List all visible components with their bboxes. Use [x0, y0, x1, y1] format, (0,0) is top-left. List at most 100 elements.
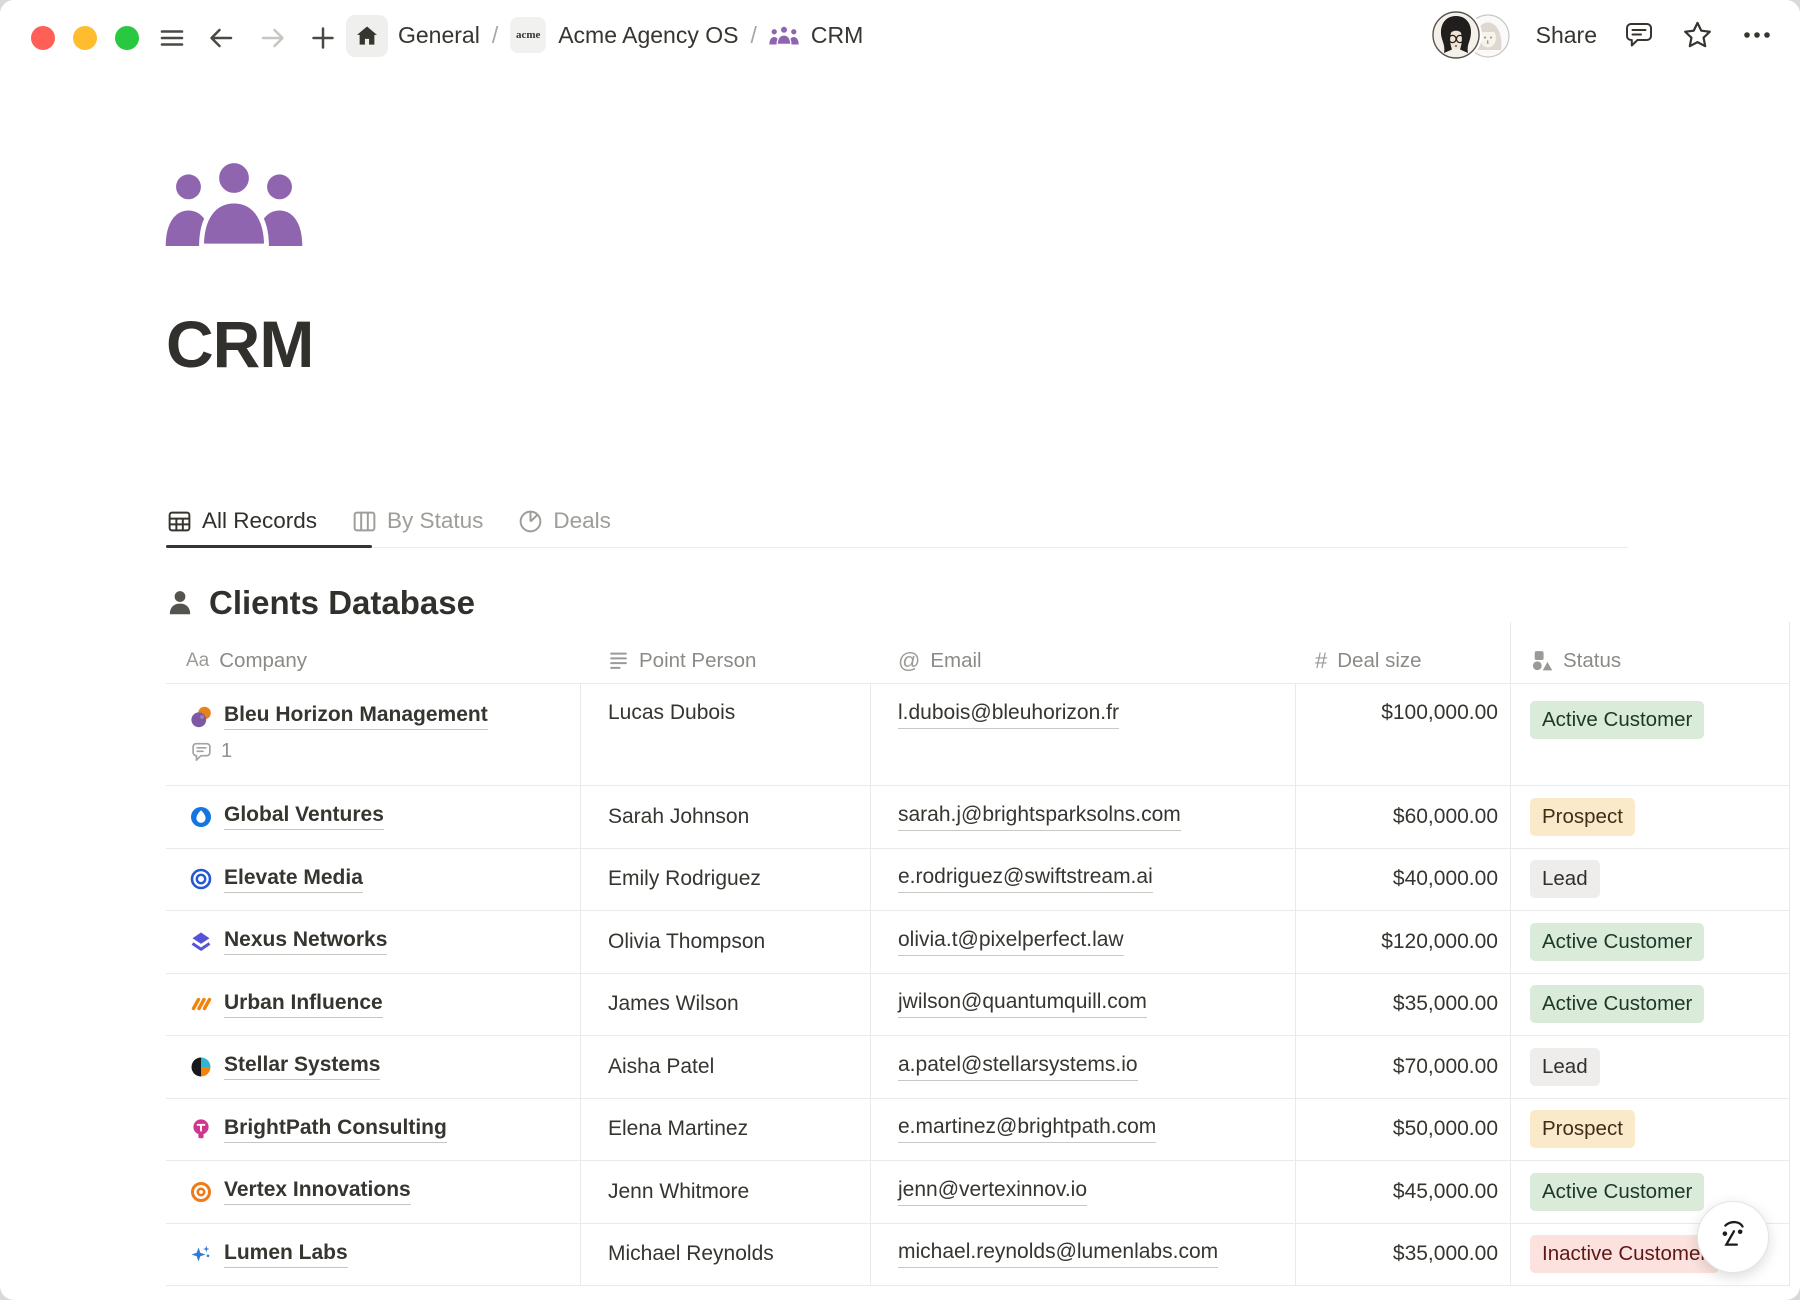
company-link[interactable]: Lumen Labs	[224, 1241, 348, 1268]
column-divider[interactable]	[580, 684, 581, 1286]
app-window: General / acme Acme Agency OS / CRM	[0, 0, 1800, 1300]
pie-chart-icon	[517, 508, 544, 535]
status-cell[interactable]: Prospect	[1510, 786, 1790, 848]
breadcrumb-general[interactable]: General	[398, 22, 480, 49]
deal-size-cell[interactable]: $70,000.00	[1295, 1036, 1510, 1098]
deal-size-cell[interactable]: $50,000.00	[1295, 1099, 1510, 1161]
point-person-cell[interactable]: Elena Martinez	[580, 1099, 870, 1161]
tab-by-status[interactable]: By Status	[351, 497, 483, 545]
status-cell[interactable]: Active Customer	[1510, 974, 1790, 1036]
table-row: Vertex Innovations Jenn Whitmore jenn@ve…	[166, 1161, 1790, 1224]
deal-size-cell[interactable]: $45,000.00	[1295, 1161, 1510, 1223]
status-cell[interactable]: Active Customer	[1510, 911, 1790, 973]
email-at-icon: @	[898, 648, 920, 674]
company-link[interactable]: Global Ventures	[224, 803, 384, 830]
email-cell[interactable]: michael.reynolds@lumenlabs.com	[870, 1224, 1295, 1286]
company-link[interactable]: Elevate Media	[224, 866, 363, 893]
point-person-cell[interactable]: Michael Reynolds	[580, 1224, 870, 1286]
status-badge: Inactive Customer	[1530, 1235, 1719, 1273]
email-cell[interactable]: e.rodriguez@swiftstream.ai	[870, 849, 1295, 911]
column-header-deal-size[interactable]: # Deal size	[1295, 638, 1510, 683]
collaborator-avatars[interactable]	[1432, 11, 1510, 59]
ai-face-icon	[1712, 1216, 1754, 1258]
email-cell[interactable]: jwilson@quantumquill.com	[870, 974, 1295, 1036]
comments-icon[interactable]	[1623, 19, 1655, 51]
company-cell: Urban Influence	[166, 974, 580, 1036]
company-link[interactable]: Bleu Horizon Management	[224, 703, 488, 730]
status-badge: Lead	[1530, 1048, 1600, 1086]
share-button[interactable]: Share	[1536, 22, 1597, 49]
point-person-cell[interactable]: Jenn Whitmore	[580, 1161, 870, 1223]
minimize-window-button[interactable]	[73, 26, 97, 50]
workspace-acme-badge[interactable]: acme	[510, 17, 546, 53]
deal-size-cell[interactable]: $120,000.00	[1295, 911, 1510, 973]
close-window-button[interactable]	[31, 26, 55, 50]
point-person-cell[interactable]: Sarah Johnson	[580, 786, 870, 848]
tab-all-records[interactable]: All Records	[166, 497, 317, 545]
clients-table: Aa Company Point Person @ Email # Deal s…	[166, 638, 1790, 1286]
company-cell: Vertex Innovations	[166, 1161, 580, 1223]
comment-count[interactable]: 1	[190, 740, 232, 763]
email-cell[interactable]: a.patel@stellarsystems.io	[870, 1036, 1295, 1098]
column-header-point-person[interactable]: Point Person	[580, 638, 870, 683]
company-logo-global-ventures	[190, 806, 212, 828]
email-cell[interactable]: l.dubois@bleuhorizon.fr	[870, 684, 1295, 785]
deal-size-cell[interactable]: $100,000.00	[1295, 684, 1510, 785]
tabs-divider	[166, 547, 1628, 548]
back-arrow-icon[interactable]	[206, 23, 236, 53]
favorite-star-icon[interactable]	[1681, 19, 1714, 52]
notion-ai-button[interactable]	[1697, 1201, 1769, 1273]
email-cell[interactable]: olivia.t@pixelperfect.law	[870, 911, 1295, 973]
more-options-icon[interactable]	[1740, 20, 1774, 50]
page-title: CRM	[166, 306, 313, 382]
deal-size-cell[interactable]: $40,000.00	[1295, 849, 1510, 911]
company-link[interactable]: Stellar Systems	[224, 1053, 380, 1080]
table-view-icon	[166, 508, 193, 535]
column-divider[interactable]	[1295, 684, 1296, 1286]
column-divider[interactable]	[1789, 622, 1790, 1286]
view-tabs: All Records By Status Deals	[166, 497, 611, 545]
email-cell[interactable]: e.martinez@brightpath.com	[870, 1099, 1295, 1161]
table-row: Nexus Networks Olivia Thompson olivia.t@…	[166, 911, 1790, 974]
avatar	[1432, 11, 1480, 59]
point-person-cell[interactable]: James Wilson	[580, 974, 870, 1036]
column-header-email[interactable]: @ Email	[870, 638, 1295, 683]
status-cell[interactable]: Lead	[1510, 849, 1790, 911]
point-person-cell[interactable]: Olivia Thompson	[580, 911, 870, 973]
person-icon	[166, 589, 194, 617]
comment-bubble-icon	[190, 740, 213, 763]
new-tab-plus-icon[interactable]	[308, 23, 338, 53]
column-header-company[interactable]: Aa Company	[166, 638, 580, 683]
company-link[interactable]: Urban Influence	[224, 991, 383, 1018]
table-row: Urban Influence James Wilson jwilson@qua…	[166, 974, 1790, 1037]
tab-deals[interactable]: Deals	[517, 497, 611, 545]
company-logo-stellar-systems	[190, 1056, 212, 1078]
point-person-cell[interactable]: Aisha Patel	[580, 1036, 870, 1098]
email-cell[interactable]: jenn@vertexinnov.io	[870, 1161, 1295, 1223]
status-cell[interactable]: Prospect	[1510, 1099, 1790, 1161]
company-cell: Nexus Networks	[166, 911, 580, 973]
page-icon-people[interactable]	[164, 158, 304, 251]
company-link[interactable]: BrightPath Consulting	[224, 1116, 447, 1143]
sidebar-menu-icon[interactable]	[157, 23, 187, 53]
deal-size-cell[interactable]: $35,000.00	[1295, 1224, 1510, 1286]
deal-size-cell[interactable]: $35,000.00	[1295, 974, 1510, 1036]
deal-size-cell[interactable]: $60,000.00	[1295, 786, 1510, 848]
point-person-cell[interactable]: Emily Rodriguez	[580, 849, 870, 911]
column-header-status[interactable]: Status	[1510, 638, 1790, 683]
status-shapes-icon	[1530, 649, 1553, 672]
email-cell[interactable]: sarah.j@brightsparksolns.com	[870, 786, 1295, 848]
status-cell[interactable]: Active Customer	[1510, 684, 1790, 785]
text-lines-icon	[608, 650, 629, 671]
column-divider[interactable]	[1510, 622, 1511, 1286]
breadcrumb-crm[interactable]: CRM	[811, 22, 863, 49]
company-link[interactable]: Nexus Networks	[224, 928, 387, 955]
company-link[interactable]: Vertex Innovations	[224, 1178, 411, 1205]
column-divider[interactable]	[870, 684, 871, 1286]
home-button[interactable]	[346, 15, 388, 57]
zoom-window-button[interactable]	[115, 26, 139, 50]
point-person-cell[interactable]: Lucas Dubois	[580, 684, 870, 785]
forward-arrow-icon[interactable]	[258, 23, 288, 53]
breadcrumb-acme-agency-os[interactable]: Acme Agency OS	[558, 22, 738, 49]
status-cell[interactable]: Lead	[1510, 1036, 1790, 1098]
